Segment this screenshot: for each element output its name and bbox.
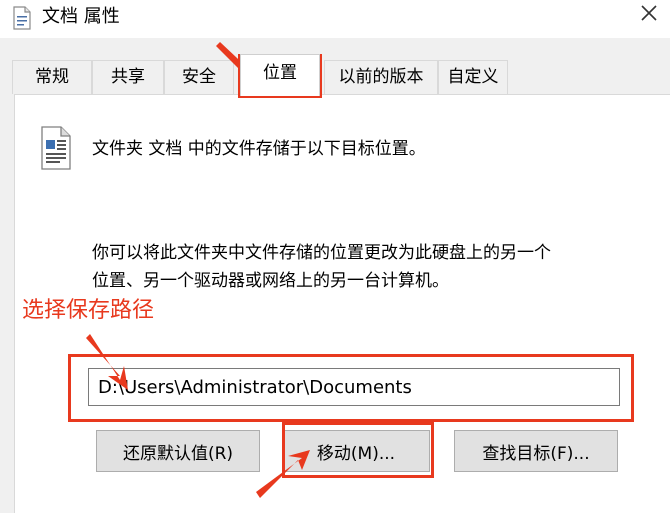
restore-default-button[interactable]: 还原默认值(R)	[96, 430, 260, 472]
tab-location[interactable]: 位置	[240, 54, 320, 96]
tab-label: 位置	[263, 63, 297, 83]
title-bar: 文档 属性	[0, 0, 670, 38]
close-button[interactable]	[628, 0, 670, 30]
tab-general[interactable]: 常规	[12, 60, 92, 94]
tab-strip: 常规 共享 安全 位置 以前的版本 自定义	[0, 38, 670, 96]
move-button[interactable]: 移动(M)...	[282, 430, 430, 472]
location-description-line2: 位置、另一个驱动器或网络上的另一台计算机。	[92, 271, 449, 291]
tab-customize[interactable]: 自定义	[438, 60, 508, 94]
tab-label: 安全	[182, 67, 216, 87]
tab-security[interactable]: 安全	[164, 60, 234, 94]
tab-sharing[interactable]: 共享	[92, 60, 164, 94]
window-title: 文档 属性	[42, 6, 120, 27]
document-folder-icon	[12, 6, 32, 30]
tab-label: 自定义	[447, 67, 499, 87]
annotation-label: 选择保存路径	[22, 298, 155, 323]
document-folder-icon	[40, 126, 72, 170]
folder-path-input[interactable]	[88, 368, 620, 406]
find-target-button[interactable]: 查找目标(F)...	[454, 430, 618, 472]
tab-label: 共享	[111, 67, 145, 87]
close-icon	[640, 4, 658, 26]
location-heading: 文件夹 文档 中的文件存储于以下目标位置。	[92, 139, 426, 159]
location-description-line1: 你可以将此文件夹中文件存储的位置更改为此硬盘上的另一个	[92, 243, 551, 263]
tab-label: 常规	[35, 67, 69, 87]
tab-label: 以前的版本	[338, 67, 424, 87]
tab-previous-versions[interactable]: 以前的版本	[324, 60, 438, 94]
